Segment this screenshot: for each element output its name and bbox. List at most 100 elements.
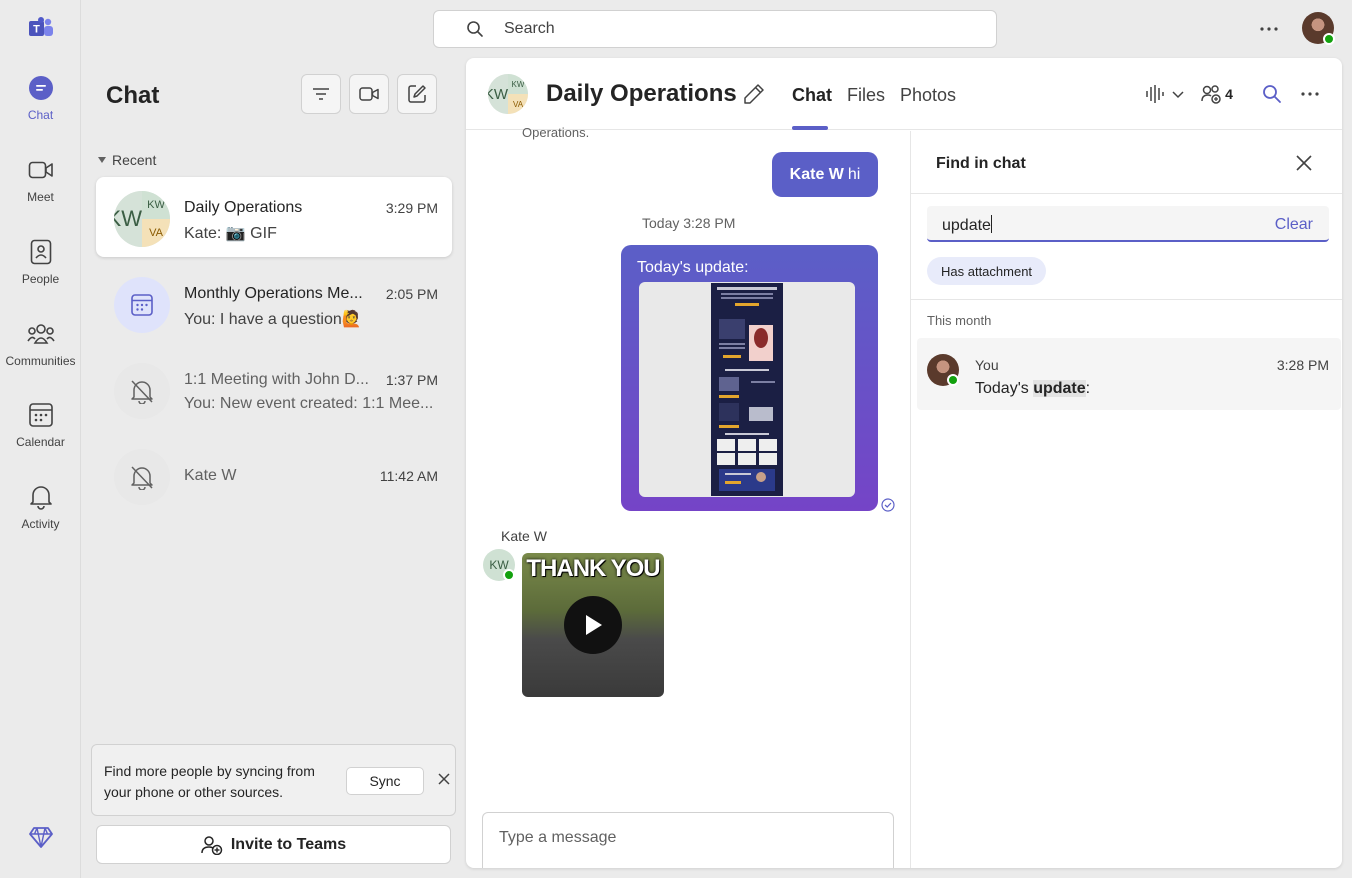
chat-item-monthly-operations[interactable]: Monthly Operations Me... 2:05 PM You: I … <box>96 263 452 343</box>
rail-item-calendar[interactable]: Calendar <box>0 399 81 471</box>
message-text: Today's update: <box>637 259 749 276</box>
gif-message[interactable]: THANK YOU <box>522 553 664 697</box>
message-list: Operations. Kate W hi Today 3:28 PM Toda… <box>466 125 910 868</box>
sync-button[interactable]: Sync <box>346 767 424 795</box>
diamond-icon[interactable] <box>28 824 54 850</box>
result-time: 3:28 PM <box>1276 357 1329 373</box>
filter-button[interactable] <box>301 74 341 114</box>
tab-chat[interactable]: Chat <box>792 85 832 106</box>
sync-card-text: Find more people by syncing from your ph… <box>104 763 315 800</box>
invite-to-teams-button[interactable]: Invite to Teams <box>96 825 451 864</box>
chat-preview: Kate: 📷 GIF <box>184 225 277 242</box>
chat-time: 3:29 PM <box>385 200 438 216</box>
communities-icon <box>26 320 55 348</box>
find-in-chat-panel: Find in chat update Clear Has attachment… <box>910 131 1342 868</box>
play-icon[interactable] <box>564 596 622 654</box>
rail-item-chat[interactable]: Chat <box>0 72 81 144</box>
chat-time: 2:05 PM <box>385 286 438 302</box>
chat-preview: You: I have a question🙋 <box>184 311 362 328</box>
avatar-initials: VA <box>142 219 170 247</box>
new-chat-button[interactable] <box>397 74 437 114</box>
pencil-icon[interactable] <box>742 82 766 106</box>
compose-box[interactable]: Type a message <box>482 812 894 868</box>
find-search-input[interactable]: update Clear <box>927 206 1329 242</box>
call-button[interactable] <box>1142 82 1188 106</box>
chat-time: 11:42 AM <box>379 468 438 484</box>
sync-contacts-card: Find more people by syncing from your ph… <box>91 744 456 816</box>
svg-text:T: T <box>33 24 40 36</box>
chat-list-pane: Chat Recent KW KW VA Daily Operations 3:… <box>82 58 465 878</box>
rail-item-meet[interactable]: Meet <box>0 154 81 226</box>
find-panel-title: Find in chat <box>936 155 1026 172</box>
participants-button[interactable]: 4 <box>1197 82 1237 106</box>
result-text-after: : <box>1085 380 1091 397</box>
text-caret <box>990 215 992 233</box>
message-bubble-update[interactable]: Today's update: <box>621 245 878 511</box>
message-sender: Kate W <box>501 528 547 544</box>
attached-image-thumbnail[interactable] <box>639 282 855 497</box>
result-sender: You <box>975 357 999 373</box>
read-receipt-icon <box>881 498 895 512</box>
tab-photos[interactable]: Photos <box>900 85 956 106</box>
message-bubble-mention[interactable]: Kate W hi <box>772 152 878 197</box>
more-options-icon <box>1301 92 1319 96</box>
rail-label: Chat <box>27 108 54 122</box>
presence-available-icon <box>1323 33 1335 45</box>
compose-placeholder: Type a message <box>499 829 617 846</box>
filter-icon <box>313 88 329 100</box>
chat-name: Monthly Operations Me... <box>184 285 363 302</box>
recent-section-toggle[interactable]: Recent <box>98 152 156 168</box>
app-rail: T Chat Meet People Communities Calendar <box>0 0 81 878</box>
divider <box>911 193 1342 194</box>
search-bar[interactable]: Search <box>433 10 997 48</box>
close-icon[interactable] <box>436 771 452 787</box>
bell-off-icon <box>131 380 153 404</box>
mention[interactable]: Kate W <box>790 166 844 184</box>
chat-item-one-on-one-meeting[interactable]: 1:1 Meeting with John D... 1:37 PM You: … <box>96 349 452 429</box>
find-query-value: update <box>942 217 991 234</box>
add-person-icon <box>201 835 223 855</box>
conversation-pane: KW KW VA Daily Operations Chat Files Pho… <box>466 58 1342 868</box>
rail-item-people[interactable]: People <box>0 236 81 308</box>
avatar-initials: KW <box>488 74 508 114</box>
chat-name: Daily Operations <box>184 199 303 216</box>
muted-avatar <box>114 449 170 505</box>
rail-item-activity[interactable]: Activity <box>0 481 81 553</box>
message-sender: Operations. <box>522 125 590 140</box>
tab-files[interactable]: Files <box>847 85 885 106</box>
more-options-icon[interactable] <box>1256 16 1282 42</box>
active-tab-indicator <box>792 126 828 130</box>
caret-down-icon <box>98 157 106 163</box>
bell-off-icon <box>131 466 153 490</box>
chat-item-kate-w[interactable]: Kate W 11:42 AM <box>96 435 452 515</box>
profile-avatar[interactable] <box>1302 12 1335 45</box>
avatar[interactable]: KW <box>483 549 515 581</box>
bell-icon <box>27 483 55 511</box>
people-icon <box>27 238 55 266</box>
meet-now-button[interactable] <box>349 74 389 114</box>
more-options-button[interactable] <box>1299 82 1321 106</box>
find-in-chat-button[interactable] <box>1261 82 1283 106</box>
teams-logo-icon[interactable]: T <box>27 16 55 42</box>
rail-label: Communities <box>5 354 76 368</box>
search-result-item[interactable]: You 3:28 PM Today's update: <box>917 338 1341 410</box>
chat-item-daily-operations[interactable]: KW KW VA Daily Operations 3:29 PM Kate: … <box>96 177 452 257</box>
close-icon[interactable] <box>1294 153 1314 173</box>
message-timestamp: Today 3:28 PM <box>642 215 736 231</box>
audio-waveform-icon <box>1146 85 1164 103</box>
rail-item-communities[interactable]: Communities <box>0 318 81 390</box>
conversation-header: KW KW VA Daily Operations Chat Files Pho… <box>466 58 1342 130</box>
result-text-before: Today's <box>975 380 1034 397</box>
webpage-screenshot-image <box>711 283 783 496</box>
search-placeholder: Search <box>504 20 555 37</box>
has-attachment-filter-chip[interactable]: Has attachment <box>927 257 1047 285</box>
chat-name: Kate W <box>184 467 237 484</box>
people-add-icon <box>1201 85 1221 104</box>
avatar-initials: KW <box>142 191 170 219</box>
avatar-initials: KW <box>508 74 528 94</box>
clear-button[interactable]: Clear <box>1275 216 1313 234</box>
search-icon <box>467 21 483 37</box>
conversation-title: Daily Operations <box>546 80 737 107</box>
result-text: Today's update: <box>975 380 1090 398</box>
gif-caption: THANK YOU <box>526 555 660 582</box>
